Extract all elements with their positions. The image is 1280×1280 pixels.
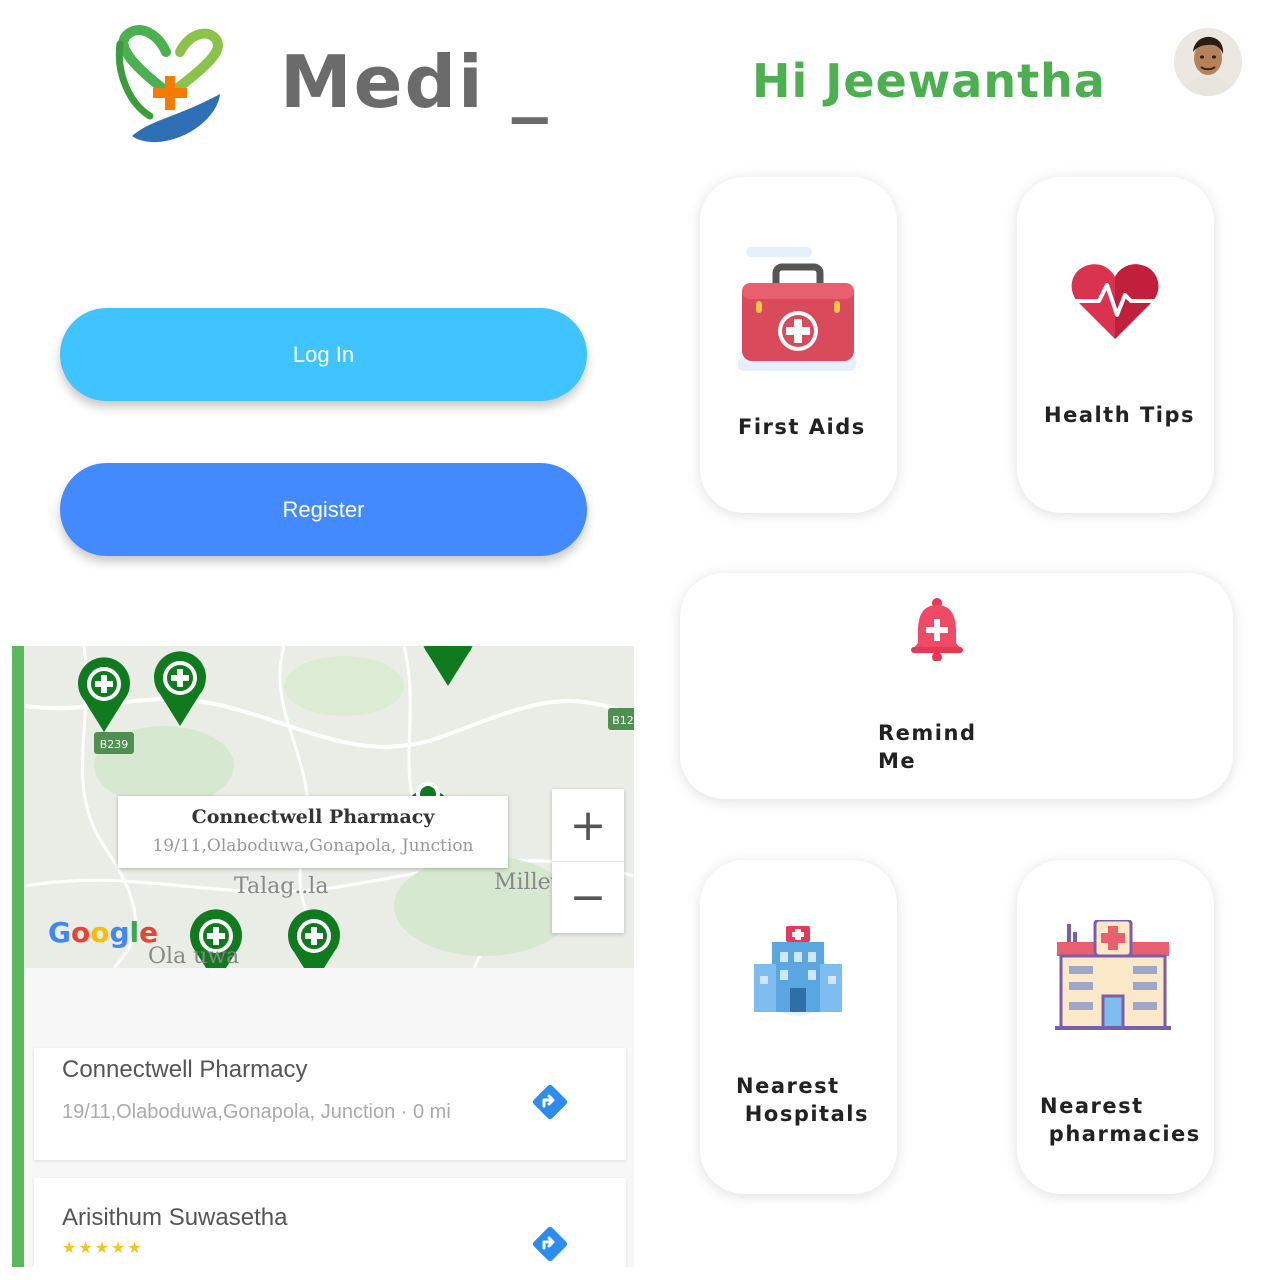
remind-me-label: Remind Me (878, 721, 977, 773)
directions-icon[interactable] (530, 1224, 570, 1264)
google-logo: Google (48, 916, 159, 949)
place-list-item[interactable]: Connectwell Pharmacy 19/11,Olaboduwa,Gon… (34, 1048, 626, 1160)
directions-icon[interactable] (530, 1082, 570, 1122)
map-info-window[interactable]: Connectwell Pharmacy 19/11,Olaboduwa,Gon… (118, 796, 508, 868)
nearest-hospitals-label: Nearest Hospitals (736, 1074, 869, 1126)
map-label-town: Talag..la (234, 874, 329, 899)
map-pin-icon[interactable] (286, 908, 342, 968)
map-pin-icon[interactable] (420, 646, 476, 688)
pharmacy-building-icon (1053, 918, 1173, 1037)
place-list-item[interactable]: Arisithum Suwasetha ★★★★★ (34, 1178, 626, 1267)
remind-me-card[interactable]: Remind Me (680, 573, 1233, 799)
nearest-hospitals-card[interactable]: Nearest Hospitals (700, 860, 897, 1194)
place-name: Connectwell Pharmacy (62, 1056, 308, 1083)
app-logo-icon (110, 24, 230, 148)
road-badge-2: B12 (612, 714, 634, 727)
zoom-controls: + − (552, 789, 624, 933)
register-button[interactable]: Register (60, 463, 587, 556)
nearest-pharmacies-label: Nearest pharmacies (1040, 1094, 1201, 1146)
hospital-building-icon (752, 924, 844, 1021)
map-view[interactable]: B239 B12 Talag..la Millev.. Ola uwa Conn… (24, 646, 634, 968)
info-window-address: 19/11,Olaboduwa,Gonapola, Junction (152, 836, 474, 856)
place-address: 19/11,Olaboduwa,Gonapola, Junction · 0 m… (62, 1101, 451, 1123)
zoom-in-button[interactable]: + (552, 789, 624, 861)
first-aid-kit-icon (738, 247, 858, 380)
map-pin-icon[interactable] (152, 650, 208, 728)
map-label-town: Ola uwa (148, 944, 240, 968)
bell-plus-icon (908, 597, 966, 666)
rating-stars: ★★★★★ (62, 1240, 144, 1257)
health-tips-card[interactable]: Health Tips (1017, 177, 1214, 513)
health-tips-label: Health Tips (1044, 403, 1196, 427)
first-aids-card[interactable]: First Aids (700, 177, 897, 513)
nearest-pharmacies-card[interactable]: Nearest pharmacies (1017, 860, 1214, 1194)
heart-pulse-icon (1071, 261, 1159, 346)
user-avatar[interactable] (1174, 28, 1242, 96)
home-screen: Medi _ Hi Jeewantha Log In Register Firs… (0, 0, 1280, 1280)
road-badge-1: B239 (100, 738, 129, 751)
map-panel: B239 B12 Talag..la Millev.. Ola uwa Conn… (12, 646, 634, 1267)
info-window-title: Connectwell Pharmacy (191, 806, 435, 828)
map-pin-icon[interactable] (76, 656, 132, 734)
login-button[interactable]: Log In (60, 308, 587, 401)
first-aids-label: First Aids (738, 415, 866, 439)
app-title: Medi _ (280, 40, 550, 124)
place-name: Arisithum Suwasetha (62, 1204, 288, 1231)
zoom-out-button[interactable]: − (552, 861, 624, 933)
greeting-text: Hi Jeewantha (752, 54, 1106, 108)
map-accent-bar (12, 646, 24, 1267)
